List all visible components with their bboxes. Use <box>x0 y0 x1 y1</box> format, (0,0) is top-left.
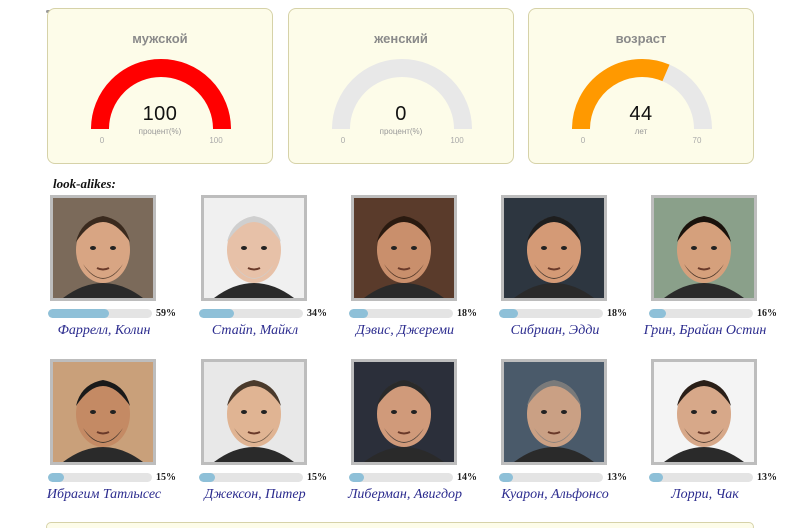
similarity-bar <box>349 309 453 318</box>
person-name-link[interactable]: Лорри, Чак <box>633 487 777 502</box>
gauge-min: 0 <box>99 136 105 145</box>
portrait-placeholder <box>354 198 454 298</box>
similarity-fill <box>48 473 64 482</box>
face-thumbnail <box>204 198 304 298</box>
face-thumbnail <box>53 362 153 462</box>
similarity-percent: 13% <box>607 472 627 483</box>
gauge-value: 100 <box>142 103 178 125</box>
gauge-arc <box>91 59 231 130</box>
face-thumbnail <box>204 362 304 462</box>
gauge-min: 0 <box>580 136 586 145</box>
similarity-bar <box>48 473 152 482</box>
gauge-arc <box>572 59 712 130</box>
top-cut-off-content <box>46 0 146 13</box>
similarity-fill <box>499 309 518 318</box>
similarity-fill <box>349 309 368 318</box>
next-section-panel <box>46 522 754 528</box>
similarity-percent: 18% <box>457 308 477 319</box>
similarity-bar <box>499 309 603 318</box>
portrait-placeholder <box>354 362 454 462</box>
person-name-link[interactable]: Джексон, Питер <box>183 487 327 502</box>
person-name-link[interactable]: Сибриан, Эдди <box>483 323 627 338</box>
person-photo[interactable] <box>201 195 307 301</box>
similarity-fill <box>649 309 666 318</box>
portrait-placeholder <box>204 198 304 298</box>
person-name-link[interactable]: Фаррелл, Колин <box>32 323 176 338</box>
portrait-placeholder <box>53 198 153 298</box>
person-name-link[interactable]: Стайп, Майкл <box>183 323 327 338</box>
gauge-arc <box>332 59 472 130</box>
person-photo[interactable] <box>651 359 757 465</box>
person-name-link[interactable]: Дэвис, Джереми <box>333 323 477 338</box>
similarity-fill <box>499 473 513 482</box>
face-thumbnail <box>53 198 153 298</box>
person-photo[interactable] <box>50 359 156 465</box>
person-photo[interactable] <box>201 359 307 465</box>
portrait-placeholder <box>654 362 754 462</box>
gauge-unit: процент(%) <box>138 127 182 136</box>
gauge-age: возраст 44 лет 0 70 <box>528 8 754 164</box>
similarity-bar <box>649 309 753 318</box>
gauge-min: 0 <box>340 136 346 145</box>
similarity-fill <box>48 309 110 318</box>
similarity-percent: 13% <box>757 472 777 483</box>
similarity-percent: 16% <box>757 308 777 319</box>
similarity-bar <box>48 309 152 318</box>
similarity-bar <box>499 473 603 482</box>
portrait-placeholder <box>504 198 604 298</box>
similarity-bar <box>199 473 303 482</box>
gauge-value: 0 <box>395 103 407 125</box>
person-photo[interactable] <box>501 195 607 301</box>
person-photo[interactable] <box>651 195 757 301</box>
face-thumbnail <box>654 198 754 298</box>
gauge-female: женский 0 процент(%) 0 100 <box>288 8 514 164</box>
face-thumbnail <box>504 362 604 462</box>
similarity-percent: 18% <box>607 308 627 319</box>
person-photo[interactable] <box>351 359 457 465</box>
person-photo[interactable] <box>501 359 607 465</box>
person-name-link[interactable]: Ибрагим Татлысес <box>32 487 176 502</box>
gauge-max: 70 <box>692 136 702 145</box>
similarity-bar <box>349 473 453 482</box>
person-photo[interactable] <box>50 195 156 301</box>
similarity-percent: 15% <box>307 472 327 483</box>
gauge-unit: процент(%) <box>379 127 423 136</box>
portrait-placeholder <box>504 362 604 462</box>
person-photo[interactable] <box>351 195 457 301</box>
portrait-placeholder <box>204 362 304 462</box>
gauge-male: мужской 100 процент(%) 0 100 <box>47 8 273 164</box>
similarity-percent: 15% <box>156 472 176 483</box>
similarity-fill <box>199 309 235 318</box>
face-thumbnail <box>654 362 754 462</box>
person-name-link[interactable]: Куарон, Альфонсо <box>483 487 627 502</box>
gauge-max: 100 <box>450 136 464 145</box>
similarity-percent: 14% <box>457 472 477 483</box>
face-thumbnail <box>354 198 454 298</box>
portrait-placeholder <box>53 362 153 462</box>
similarity-bar <box>199 309 303 318</box>
similarity-fill <box>199 473 215 482</box>
gauge-unit: лет <box>634 127 648 136</box>
similarity-fill <box>349 473 364 482</box>
person-name-link[interactable]: Либерман, Авигдор <box>333 487 477 502</box>
similarity-percent: 59% <box>156 308 176 319</box>
face-thumbnail <box>504 198 604 298</box>
person-name-link[interactable]: Грин, Брайан Остин <box>633 323 777 338</box>
similarity-fill <box>649 473 663 482</box>
similarity-bar <box>649 473 753 482</box>
portrait-placeholder <box>654 198 754 298</box>
gauge-max: 100 <box>209 136 223 145</box>
similarity-percent: 34% <box>307 308 327 319</box>
gauge-value: 44 <box>629 103 653 125</box>
face-thumbnail <box>354 362 454 462</box>
lookalikes-title: look-alikes: <box>53 176 116 191</box>
